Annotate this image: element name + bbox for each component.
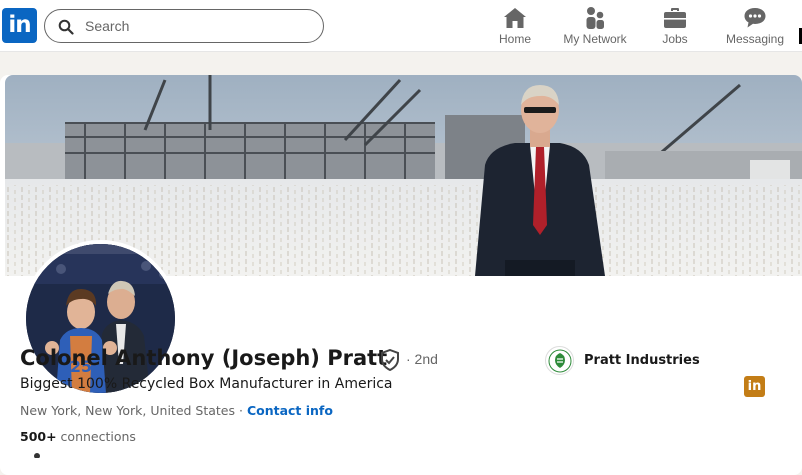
person-icon bbox=[34, 453, 40, 458]
top-navigation-bar: in Home My Network bbox=[0, 0, 802, 52]
profile-location: New York, New York, United States bbox=[20, 403, 236, 418]
connections-count: 500+ bbox=[20, 429, 57, 444]
linkedin-premium-badge[interactable]: in bbox=[744, 376, 765, 397]
current-company[interactable]: Pratt Industries bbox=[545, 346, 700, 375]
nav-messaging-label: Messaging bbox=[725, 32, 785, 46]
connection-degree: · 2nd bbox=[406, 351, 438, 367]
linkedin-logo[interactable]: in bbox=[2, 8, 37, 43]
search-input[interactable] bbox=[85, 16, 305, 36]
nav-jobs-label: Jobs bbox=[662, 32, 688, 46]
connections-row[interactable]: 500+ connections bbox=[20, 429, 136, 444]
search-icon bbox=[58, 19, 74, 35]
contact-info-link[interactable]: Contact info bbox=[247, 403, 333, 418]
connections-label: connections bbox=[56, 429, 136, 444]
home-icon bbox=[504, 8, 526, 28]
profile-location-row: New York, New York, United States · Cont… bbox=[20, 403, 333, 418]
nav-my-network-label: My Network bbox=[563, 32, 627, 46]
people-icon bbox=[586, 7, 604, 29]
pratt-industries-logo bbox=[545, 346, 574, 375]
recycle-leaf-icon bbox=[548, 349, 571, 372]
nav-my-network[interactable]: My Network bbox=[555, 6, 635, 46]
profile-headline: Biggest 100% Recycled Box Manufacturer i… bbox=[20, 376, 393, 392]
nav-home[interactable]: Home bbox=[475, 6, 555, 46]
location-separator: · bbox=[235, 403, 247, 418]
chat-icon bbox=[744, 8, 766, 28]
search-box[interactable] bbox=[44, 9, 324, 43]
company-name: Pratt Industries bbox=[584, 353, 700, 368]
nav-jobs[interactable]: Jobs bbox=[635, 6, 715, 46]
profile-name: Colonel Anthony (Joseph) Pratt bbox=[20, 346, 388, 370]
profile-avatar[interactable]: 25 bbox=[22, 240, 179, 397]
briefcase-icon bbox=[664, 8, 686, 28]
verified-shield-icon[interactable] bbox=[380, 349, 400, 371]
avatar-photo: 25 bbox=[26, 244, 175, 393]
nav-messaging[interactable]: Messaging bbox=[715, 6, 795, 46]
nav-home-label: Home bbox=[498, 32, 531, 46]
